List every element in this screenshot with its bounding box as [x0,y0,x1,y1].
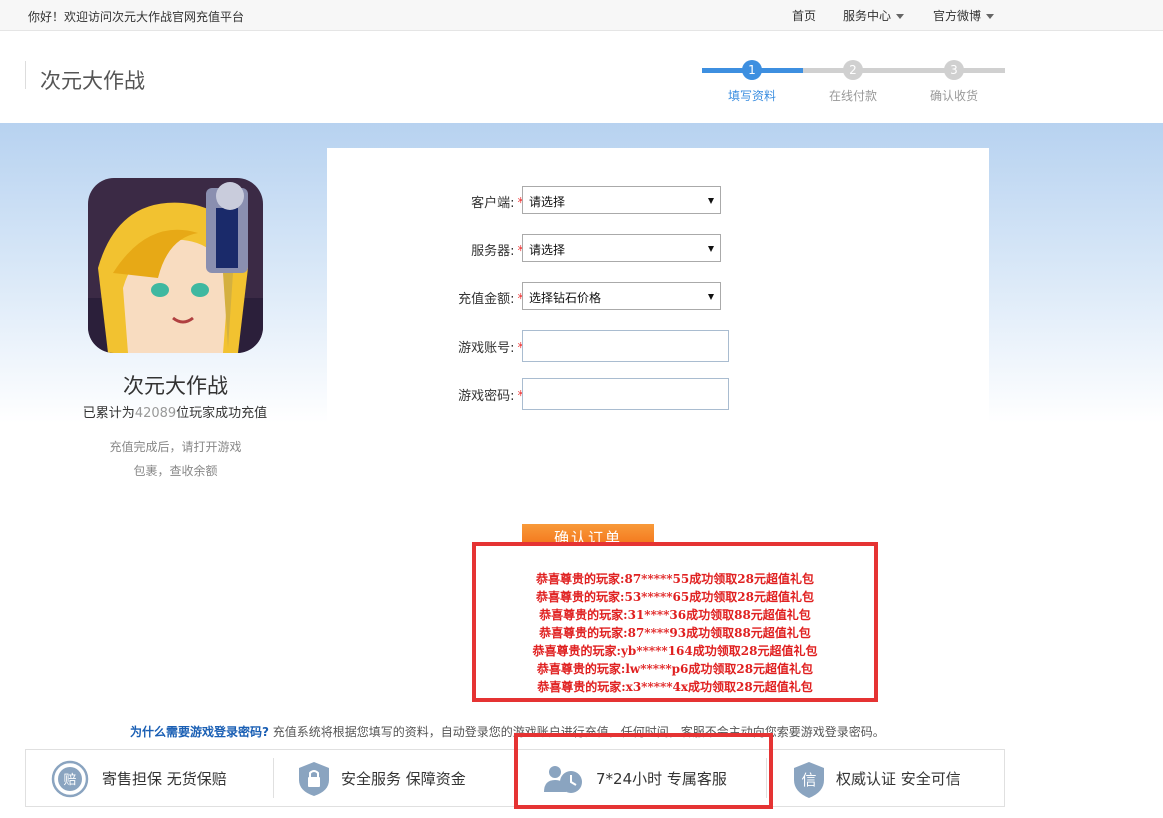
game-name: 次元大作战 [123,374,228,398]
stats-prefix: 已累计为 [82,406,135,421]
server-select[interactable]: 请选择 [522,234,721,262]
password-why-link[interactable]: 为什么需要游戏登录密码? [130,725,269,739]
account-input[interactable] [522,330,729,362]
welcome-text: 你好！欢迎访问次元大作战官网充值平台 [28,10,245,24]
client-select-value: 请选择 [529,195,566,209]
notice-item: 恭喜尊贵的玩家:yb*****164成功领取28元超值礼包 [532,644,818,658]
tip-line-2: 包裹，查收余额 [133,464,218,478]
guarantee-item: 赔 寄售担保 无货保赔 [26,750,273,806]
notice-item: 恭喜尊贵的玩家:53*****65成功领取28元超值礼包 [536,590,814,604]
step-2-circle: 2 [843,60,863,80]
compensation-glyph: 赔 [63,773,76,788]
notice-item: 恭喜尊贵的玩家:87****93成功领取88元超值礼包 [539,626,811,640]
chevron-down-icon [896,14,905,19]
gift-notice-list: 恭喜尊贵的玩家:87*****55成功领取28元超值礼包 恭喜尊贵的玩家:53*… [472,542,878,702]
amount-row: 充值金额: * 选择钻石价格 [327,282,989,312]
step-2-label: 在线付款 [828,89,877,103]
top-bar: 你好！欢迎访问次元大作战官网充值平台 首页 服务中心 官方微博 [0,0,1163,31]
notice-item: 恭喜尊贵的玩家:31****36成功领取88元超值礼包 [539,608,811,622]
chevron-down-icon [986,14,995,19]
nav-service-label: 服务中心 [843,9,892,23]
client-select[interactable]: 请选择 [522,186,721,214]
guarantee-text: 寄售担保 无货保赔 [102,770,227,788]
password-label: 游戏密码: * [458,389,524,404]
step-3-label: 确认收货 [929,89,978,103]
account-label: 游戏账号: * [458,341,524,356]
tip-line-1: 充值完成后，请打开游戏 [109,440,242,454]
trust-badge-icon: 信 [791,760,827,804]
amount-label: 充值金额: * [458,292,524,307]
guarantee-text: 权威认证 安全可信 [836,770,961,788]
notice-item: 恭喜尊贵的玩家:x3*****4x成功领取28元超值礼包 [537,680,813,694]
step-1-label: 填写资料 [727,89,776,103]
compensation-icon: 赔 [51,760,89,802]
brand-title: 次元大作战 [40,69,145,93]
client-row: 客户端: * 请选择 [327,186,989,216]
step-1-circle: 1 [742,60,762,80]
nav-weibo-label: 官方微博 [933,9,982,23]
step-line-inactive [803,68,1005,73]
password-input[interactable] [522,378,729,410]
server-label: 服务器: * [471,244,524,259]
lock-shield-icon [296,760,332,802]
recharge-stats: 已累计为42089位玩家成功充值 [60,402,290,421]
guarantee-text: 安全服务 保障资金 [341,770,466,788]
guarantee-item: 安全服务 保障资金 [274,750,517,806]
amount-select-value: 选择钻石价格 [529,291,602,305]
dropdown-arrow-icon [708,198,714,204]
server-select-value: 请选择 [529,243,566,257]
server-row: 服务器: * 请选择 [327,234,989,264]
progress-steps: 1 2 3 填写资料 在线付款 确认收货 [702,59,1005,119]
header: 次元大作战 1 2 3 填写资料 在线付款 确认收货 [0,31,1163,123]
account-row: 游戏账号: * [327,330,989,362]
client-label: 客户端: * [471,196,524,211]
stats-suffix: 位玩家成功充值 [176,406,268,421]
amount-select[interactable]: 选择钻石价格 [522,282,721,310]
stats-count: 42089 [134,406,177,421]
notice-item: 恭喜尊贵的玩家:87*****55成功领取28元超值礼包 [536,572,814,586]
step-3-circle: 3 [944,60,964,80]
customer-service-highlight-box [514,733,773,809]
nav-service-menu[interactable]: 服务中心 [843,7,905,24]
password-row: 游戏密码: * [327,378,989,410]
trust-glyph: 信 [801,771,816,789]
guarantee-item: 信 权威认证 安全可信 [767,750,1004,806]
dropdown-arrow-icon [708,246,714,252]
notice-item: 恭喜尊贵的玩家:lw*****p6成功领取28元超值礼包 [536,662,814,676]
dropdown-arrow-icon [708,294,714,300]
order-form: 客户端: * 请选择 服务器: * 请选择 充值金额: * 选择钻石价格 游戏账号: *… [327,148,989,558]
nav-home-link[interactable]: 首页 [792,7,816,24]
brand-divider [25,61,26,89]
game-icon-image [88,178,263,353]
nav-weibo-menu[interactable]: 官方微博 [933,7,995,24]
